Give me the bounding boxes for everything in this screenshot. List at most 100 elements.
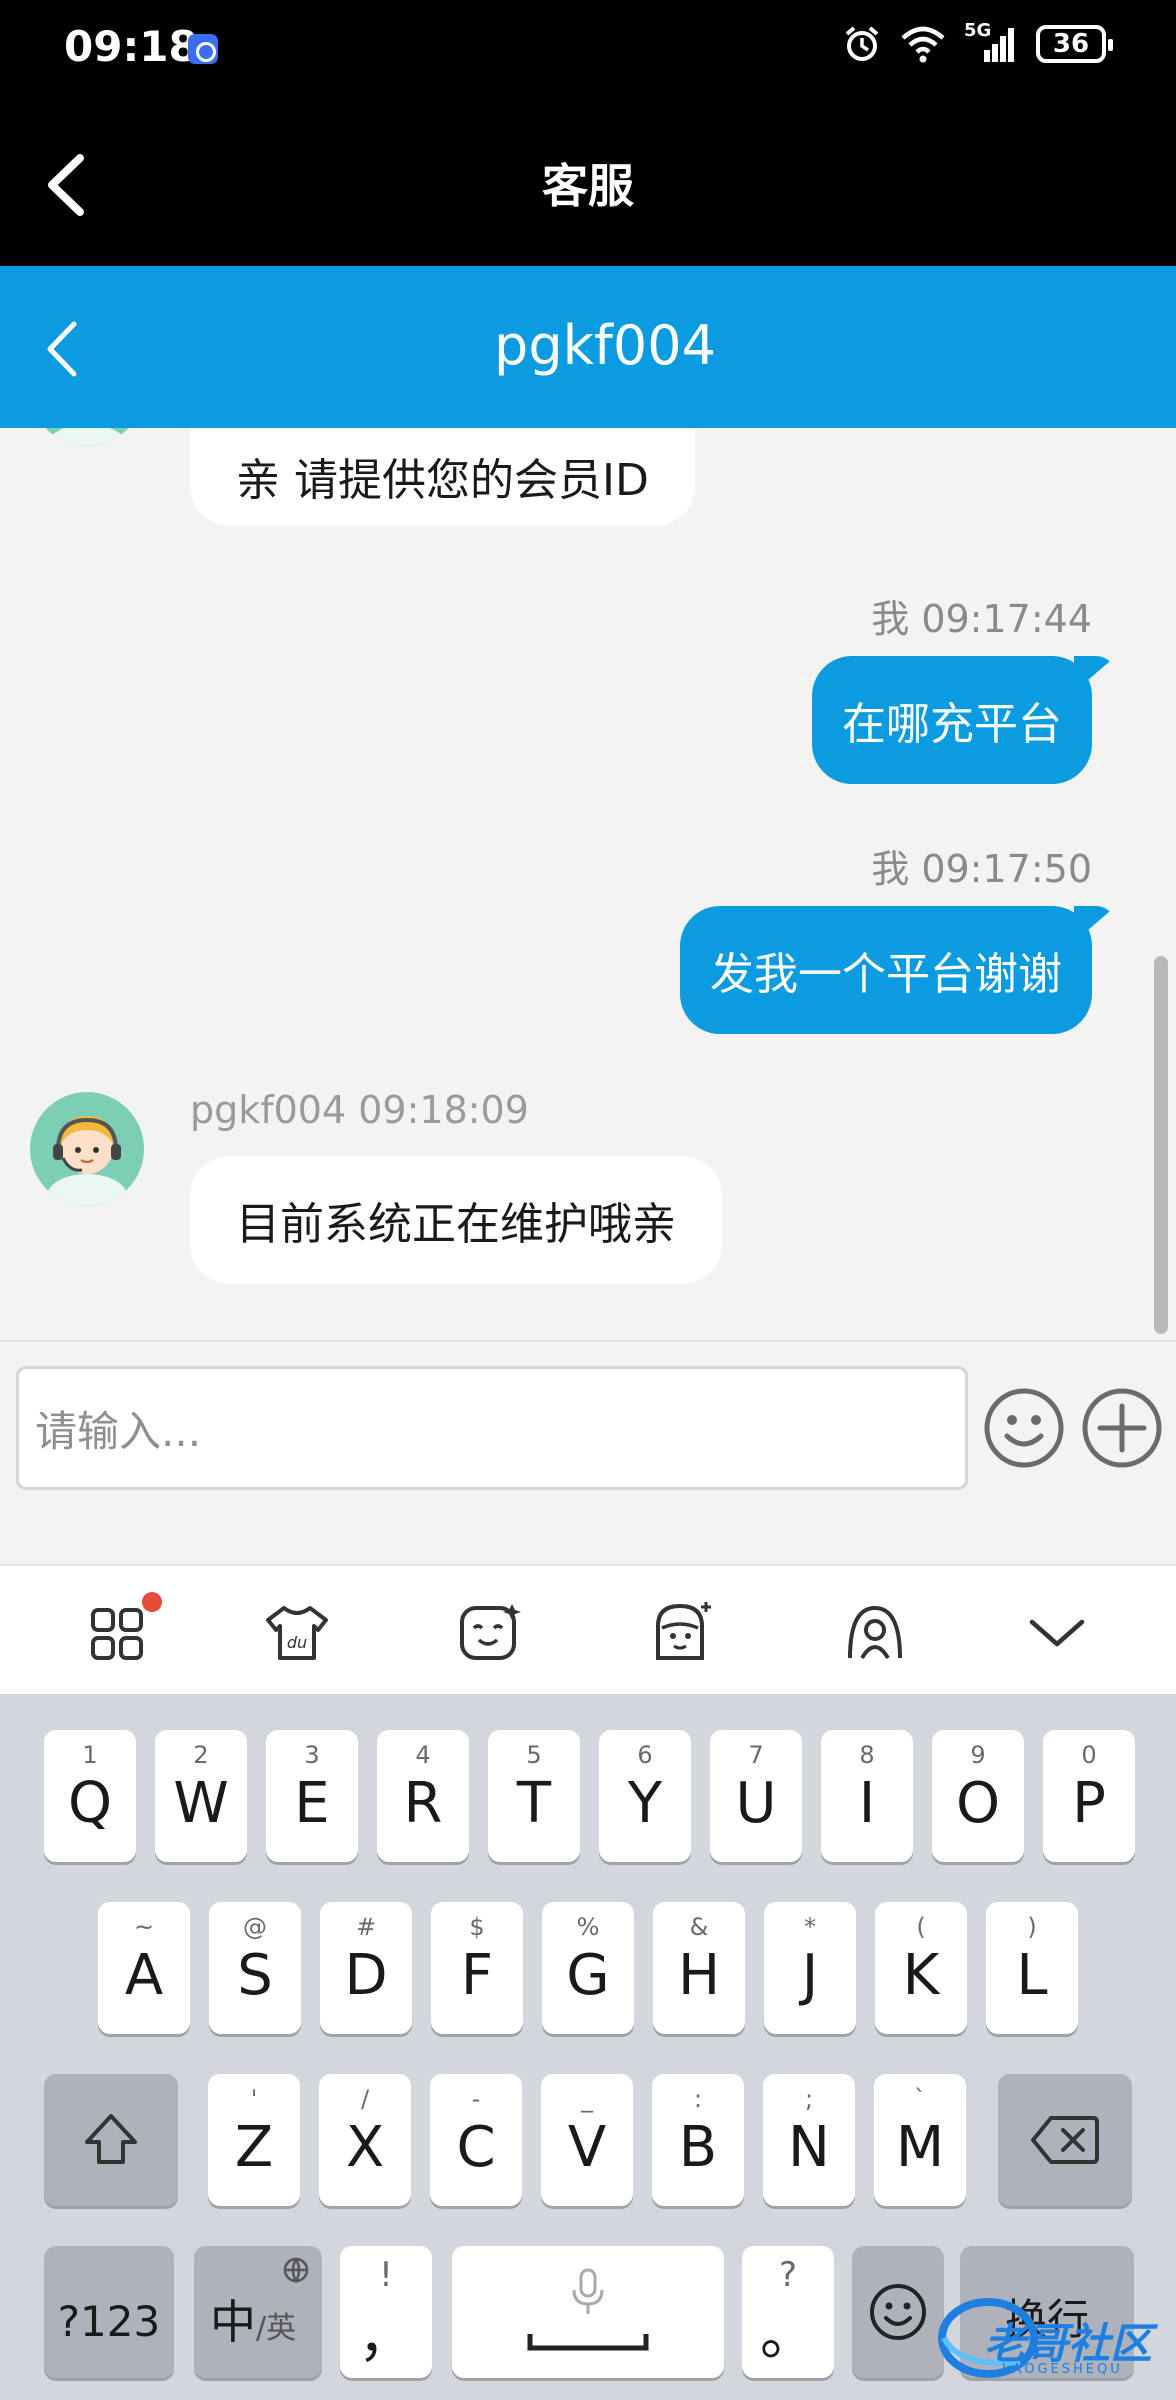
- status-icons: 5G 36: [842, 20, 1113, 64]
- key-label: R: [403, 1771, 443, 1836]
- shift-arrow-icon: [85, 2114, 137, 2164]
- space-bar-icon: [527, 2334, 649, 2351]
- key-q[interactable]: 1Q: [44, 1730, 136, 1862]
- key-secondary-label: 4: [415, 1741, 431, 1769]
- key-label: C: [456, 2115, 496, 2180]
- period-key-sub: ?: [778, 2255, 798, 2295]
- agent-avatar: [30, 428, 144, 446]
- notification-dot: [142, 1592, 162, 1612]
- key-secondary-label: :: [693, 2085, 703, 2113]
- key-secondary-label: 6: [637, 1741, 653, 1769]
- key-j[interactable]: * J: [764, 1902, 856, 2034]
- message-text: 发我一个平台谢谢: [710, 949, 1062, 1000]
- key-b[interactable]: :B: [652, 2074, 744, 2206]
- add-attachment-icon[interactable]: [1080, 1386, 1164, 1470]
- key-secondary-label: #: [355, 1913, 377, 1941]
- key-m[interactable]: ` M: [874, 2074, 966, 2206]
- key-c[interactable]: -C: [430, 2074, 522, 2206]
- key-h[interactable]: & H: [653, 1902, 745, 2034]
- key-secondary-label: 0: [1081, 1741, 1097, 1769]
- message-text: 在哪充平台: [842, 699, 1062, 750]
- key-v[interactable]: _ V: [541, 2074, 633, 2206]
- key-secondary-label: _: [581, 2085, 593, 2113]
- key-w[interactable]: 2W: [155, 1730, 247, 1862]
- message-bubble-self: 在哪充平台: [812, 656, 1092, 784]
- emoticon-face-icon[interactable]: [454, 1598, 524, 1668]
- message-bubble: 亲 请提供您的会员ID: [190, 428, 695, 526]
- key-secondary-label: ): [1027, 1913, 1037, 1941]
- key-label: F: [460, 1943, 494, 2008]
- backspace-key[interactable]: [998, 2074, 1132, 2206]
- microphone-icon: [572, 2268, 604, 2314]
- key-label: U: [735, 1771, 777, 1836]
- key-f[interactable]: $ F: [431, 1902, 523, 2034]
- key-n[interactable]: ; N: [763, 2074, 855, 2206]
- language-key-main: 中: [210, 2295, 256, 2349]
- watermark-subtext: LAOGESHEQU: [1002, 2362, 1123, 2377]
- period-key[interactable]: ? 。: [742, 2246, 834, 2378]
- comma-key[interactable]: ! ，: [340, 2246, 432, 2378]
- key-label: N: [788, 2115, 830, 2180]
- symbols-key[interactable]: ?123: [44, 2246, 174, 2378]
- key-s[interactable]: @ S: [209, 1902, 301, 2034]
- emoji-icon[interactable]: [982, 1386, 1066, 1470]
- language-key-sub: /英: [256, 2311, 297, 2346]
- message-composer: 请输入...: [0, 1340, 1176, 1564]
- message-input[interactable]: 请输入...: [16, 1366, 968, 1490]
- keyboard-toolbar: du: [0, 1564, 1176, 1694]
- key-y[interactable]: 6Y: [599, 1730, 691, 1862]
- key-u[interactable]: 7U: [710, 1730, 802, 1862]
- sticker-icon[interactable]: [646, 1598, 716, 1668]
- key-secondary-label: *: [804, 1913, 816, 1941]
- key-label: J: [801, 1943, 819, 2008]
- key-p[interactable]: 0P: [1043, 1730, 1135, 1862]
- key-secondary-label: ~: [133, 1913, 155, 1941]
- key-label: A: [124, 1943, 164, 2008]
- key-label: Q: [67, 1771, 113, 1836]
- key-t[interactable]: 5T: [488, 1730, 580, 1862]
- key-label: G: [566, 1943, 610, 2008]
- key-secondary-label: $: [469, 1913, 485, 1941]
- space-key[interactable]: [452, 2246, 724, 2378]
- key-secondary-label: 3: [304, 1741, 320, 1769]
- skin-shirt-icon[interactable]: du: [262, 1598, 332, 1668]
- key-r[interactable]: 4R: [377, 1730, 469, 1862]
- handwriting-icon[interactable]: [840, 1598, 910, 1668]
- shift-key[interactable]: [44, 2074, 178, 2206]
- soft-keyboard: 1Q2W3E4R5T6Y7U8I9O0P ~ A @ S # D $ F% G & H * J(K) L …: [0, 1694, 1176, 2400]
- message-meta: pgkf004 09:18:09: [190, 1088, 529, 1132]
- chat-header: pgkf004: [0, 266, 1176, 428]
- status-bar: 09:18 5G 36: [0, 0, 1176, 98]
- chat-scrollbar[interactable]: [1154, 956, 1168, 1334]
- key-label: I: [858, 1771, 876, 1836]
- key-secondary-label: `: [914, 2085, 926, 2113]
- period-key-label: 。: [760, 2303, 816, 2368]
- collapse-keyboard-icon[interactable]: [1022, 1598, 1092, 1668]
- message-bubble-self: 发我一个平台谢谢: [680, 906, 1092, 1034]
- key-label: L: [1016, 1943, 1048, 2008]
- key-x[interactable]: / X: [319, 2074, 411, 2206]
- key-k[interactable]: (K: [875, 1902, 967, 2034]
- chat-message-list[interactable]: 亲 请提供您的会员ID 我 09:17:44 在哪充平台 我 09:17:50 …: [0, 428, 1176, 1340]
- comma-key-sub: !: [379, 2255, 393, 2295]
- key-a[interactable]: ~ A: [98, 1902, 190, 2034]
- svg-text:du: du: [287, 1633, 307, 1652]
- key-secondary-label: 8: [859, 1741, 875, 1769]
- key-l[interactable]: ) L: [986, 1902, 1078, 2034]
- key-secondary-label: &: [689, 1913, 709, 1941]
- key-secondary-label: -: [471, 2085, 481, 2113]
- key-e[interactable]: 3E: [266, 1730, 358, 1862]
- key-label: X: [345, 2115, 385, 2180]
- key-g[interactable]: % G: [542, 1902, 634, 2034]
- message-text: 目前系统正在维护哦亲: [236, 1199, 676, 1250]
- key-d[interactable]: # D: [320, 1902, 412, 2034]
- key-i[interactable]: 8I: [821, 1730, 913, 1862]
- message-text: 亲 请提供您的会员ID: [236, 455, 649, 506]
- language-switch-key[interactable]: 中/英: [194, 2246, 322, 2378]
- key-z[interactable]: ' Z: [208, 2074, 300, 2206]
- alarm-icon: [845, 26, 879, 61]
- app-notification-icon: [188, 34, 218, 64]
- key-o[interactable]: 9O: [932, 1730, 1024, 1862]
- key-secondary-label: ': [250, 2085, 258, 2113]
- key-label: M: [895, 2115, 945, 2180]
